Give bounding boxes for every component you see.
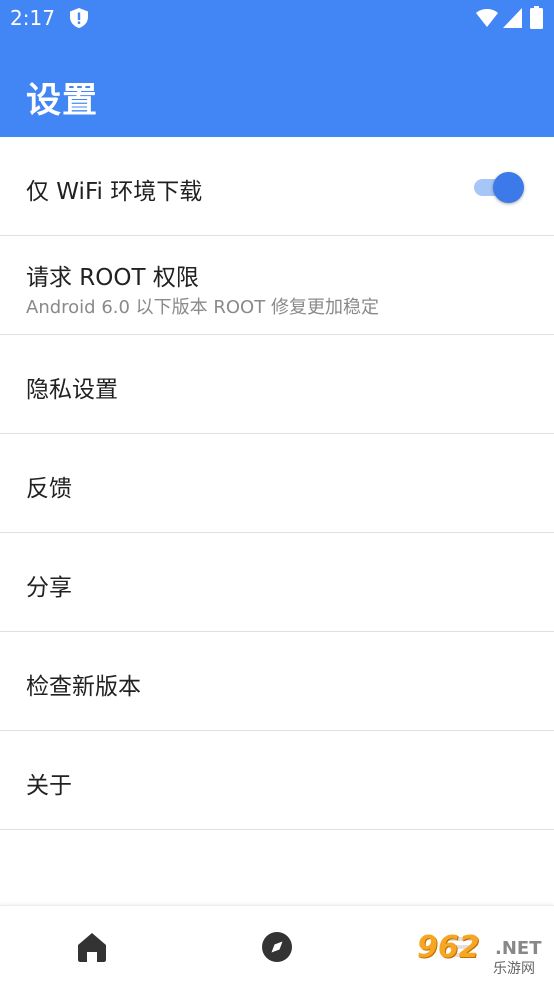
watermark-logo: 962 [417,930,480,965]
wifi-icon [476,9,498,27]
setting-request-root[interactable]: 请求 ROOT 权限 Android 6.0 以下版本 ROOT 修复更加稳定 [0,236,554,335]
page-title: 设置 [26,81,99,121]
signal-icon [503,8,522,28]
watermark-sub: 乐游网 [493,961,535,977]
watermark-suffix: .NET [495,938,542,959]
status-bar: 2:17 [0,0,554,36]
setting-label: 仅 WiFi 环境下载 [26,179,203,205]
wifi-only-toggle[interactable] [474,172,524,203]
setting-label: 检查新版本 [26,674,141,700]
toggle-thumb [493,172,524,203]
compass-icon[interactable] [260,930,294,964]
watermark: 962 .NET 乐游网 [415,930,550,980]
setting-sublabel: Android 6.0 以下版本 ROOT 修复更加稳定 [26,297,379,318]
home-icon[interactable] [75,930,109,964]
setting-share[interactable]: 分享 [0,533,554,632]
setting-about[interactable]: 关于 [0,731,554,830]
setting-label: 关于 [26,773,72,799]
shield-icon [70,8,88,28]
setting-label: 分享 [26,575,72,601]
setting-wifi-only-download[interactable]: 仅 WiFi 环境下载 [0,137,554,236]
setting-check-update[interactable]: 检查新版本 [0,632,554,731]
status-time: 2:17 [10,6,55,30]
setting-feedback[interactable]: 反馈 [0,434,554,533]
setting-label: 隐私设置 [26,377,118,403]
setting-label: 反馈 [26,476,72,502]
settings-list: 仅 WiFi 环境下载 请求 ROOT 权限 Android 6.0 以下版本 … [0,137,554,830]
app-bar: 设置 [0,36,554,137]
setting-privacy[interactable]: 隐私设置 [0,335,554,434]
setting-label: 请求 ROOT 权限 [26,265,199,291]
battery-icon [530,6,543,29]
